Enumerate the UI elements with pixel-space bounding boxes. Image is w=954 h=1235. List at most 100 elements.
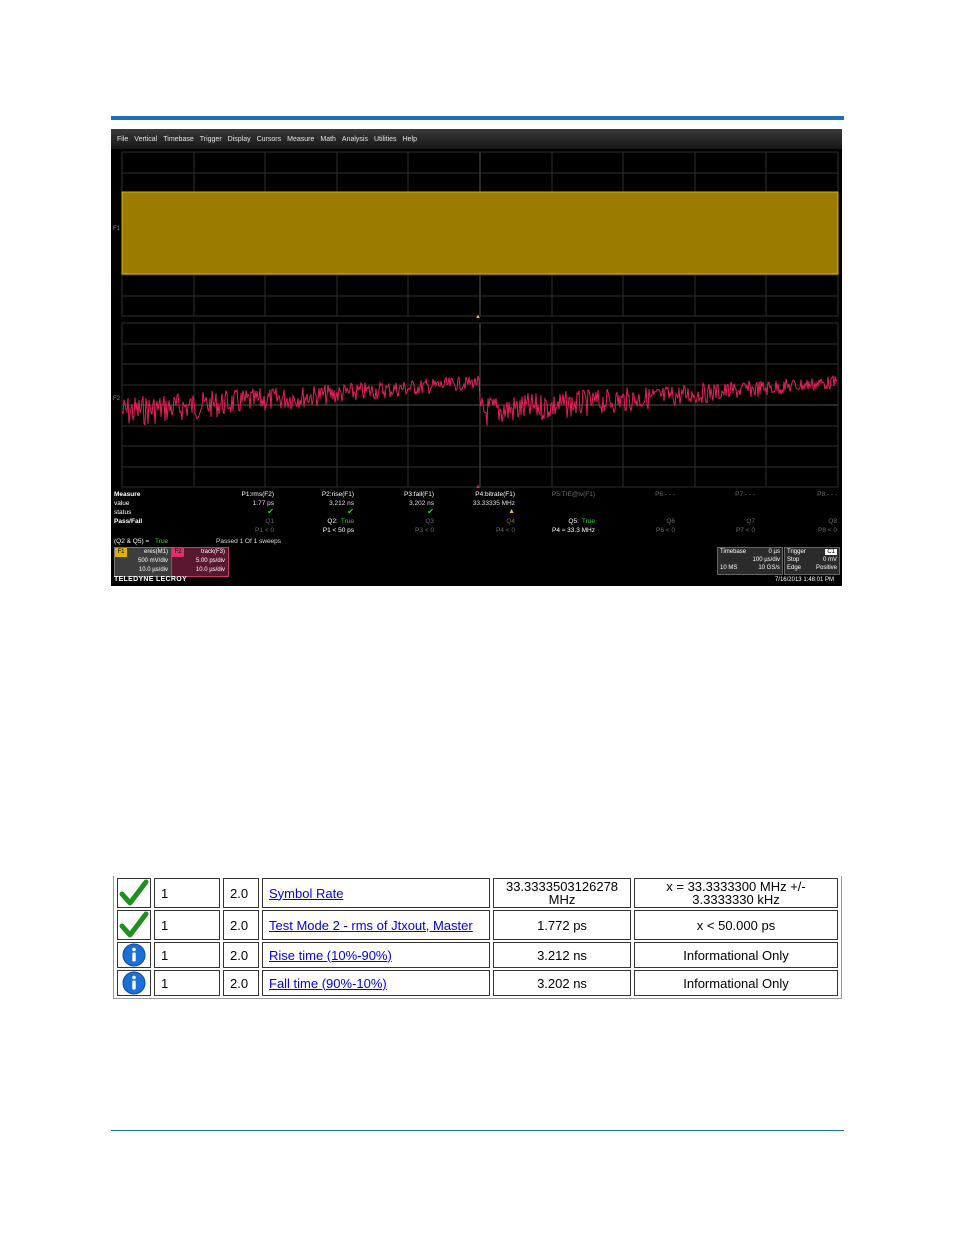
status-cell [117, 910, 151, 940]
trigger-type: Edge [787, 565, 802, 571]
table-row: 1 2.0 Symbol Rate 33.3333503126278 MHz x = 3… [117, 878, 838, 908]
limit-cell: x < 50.000 ps [634, 910, 838, 940]
channel-name: eres(M1) [143, 549, 168, 555]
test-name-link[interactable]: Symbol Rate [269, 886, 343, 901]
menu-timebase[interactable]: Timebase [163, 136, 193, 143]
table-row: 1 2.0 Test Mode 2 - rms of Jtxout, Master 1… [117, 910, 838, 940]
param-name: P5:TIE@lv(F1) [551, 491, 595, 498]
test-name-cell: Test Mode 2 - rms of Jtxout, Master [262, 910, 490, 940]
f1-waveform-band [121, 191, 839, 275]
q-limit: P4 < 0 [496, 527, 515, 534]
value-cell: 33.3333503126278 MHz [493, 878, 631, 908]
timebase-descriptor[interactable]: Timebase 0 µs 100 µs/div 10 MS 10 GS/s [717, 547, 783, 575]
channel-tag: F1 [115, 548, 127, 557]
value-cell: 3.212 ns [493, 942, 631, 968]
version-cell: 2.0 [223, 942, 259, 968]
bottom-divider [111, 1130, 844, 1131]
param-name: P3:fall(F1) [404, 491, 434, 498]
q-condition: Q4 [506, 518, 515, 525]
test-name-cell: Fall time (90%-10%) [262, 970, 490, 996]
pass-check-icon [119, 911, 149, 938]
f1-waveform-plot [121, 151, 839, 317]
test-name-cell: Symbol Rate [262, 878, 490, 908]
oscilloscope-screenshot: File Vertical Timebase Trigger Display C… [111, 129, 842, 586]
value-cell: 3.202 ns [493, 970, 631, 996]
q-limit: P1 < 0 [255, 527, 274, 534]
menu-trigger[interactable]: Trigger [200, 136, 222, 143]
count-cell: 1 [154, 878, 220, 908]
count-cell: 1 [154, 942, 220, 968]
row-label-status: status [114, 509, 132, 516]
q-expression-label: (Q2 & Q5) = [114, 538, 150, 545]
value-cell: 1.772 ps [493, 910, 631, 940]
count-cell: 1 [154, 910, 220, 940]
version-cell: 2.0 [223, 910, 259, 940]
trace-label-f2: F2 [113, 396, 121, 402]
param-name: P2:rise(F1) [321, 491, 354, 498]
table-row: 1 2.0 Fall time (90%-10%) 3.202 ns Informati… [117, 970, 838, 996]
timestamp: 7/16/2013 1:48:01 PM [774, 577, 834, 583]
menu-vertical[interactable]: Vertical [134, 136, 157, 143]
timebase-delay: 0 µs [768, 549, 780, 555]
timebase-tdiv: 100 µs/div [752, 557, 780, 563]
limit-cell: Informational Only [634, 942, 838, 968]
q-condition: Q1 [265, 518, 274, 525]
param-name: P6:- - - [655, 491, 675, 498]
menu-display[interactable]: Display [228, 136, 251, 143]
q-limit: P1 < 50 ps [322, 527, 354, 534]
param-value: 1.77 ps [252, 500, 274, 507]
trace-label-f1: F1 [113, 226, 121, 232]
menu-file[interactable]: File [117, 136, 128, 143]
version-cell: 2.0 [223, 970, 259, 996]
test-name-cell: Rise time (10%-90%) [262, 942, 490, 968]
results-table: 1 2.0 Symbol Rate 33.3333503126278 MHz x = 3… [113, 876, 842, 999]
test-name-link[interactable]: Rise time (10%-90%) [269, 948, 392, 963]
channel-vdiv: 500 mV/div [137, 558, 168, 564]
status-check-icon: ✔ [347, 507, 354, 516]
timebase-rate: 10 GS/s [758, 565, 780, 571]
trigger-descriptor[interactable]: Trigger C1 Stop 0 mV Edge Positive [784, 547, 840, 575]
param-value: 33.33335 MHz [472, 500, 515, 507]
q-expression: (Q2 & Q5) = True [114, 538, 168, 545]
menu-analysis[interactable]: Analysis [342, 136, 368, 143]
menu-cursors[interactable]: Cursors [257, 136, 282, 143]
menu-utilities[interactable]: Utilities [374, 136, 397, 143]
trace-grid-f1[interactable] [121, 151, 839, 317]
trace-grid-f2[interactable] [121, 322, 839, 488]
row-label-measure: Measure [114, 491, 141, 498]
trigger-marker-icon: ▲ [475, 314, 481, 320]
trigger-mode: Stop [787, 557, 800, 563]
limit-cell: x = 33.3333300 MHz +/- 3.3333330 kHz [634, 878, 838, 908]
test-name-link[interactable]: Test Mode 2 - rms of Jtxout, Master [269, 918, 473, 933]
trigger-label: Trigger [787, 549, 806, 555]
q-limit: P4 ≈ 33.3 MHz [552, 527, 595, 534]
test-name-link[interactable]: Fall time (90%-10%) [269, 976, 387, 991]
trigger-channel: C1 [825, 549, 837, 555]
channel-descriptor-f2[interactable]: F2 track(F3) 5.00 ps/div 10.0 µs/div [171, 547, 229, 577]
status-check-icon: ✔ [267, 507, 274, 516]
channel-descriptor-f1[interactable]: F1 eres(M1) 500 mV/div 10.0 µs/div [114, 547, 172, 577]
param-value: 3.202 ns [409, 500, 434, 507]
q-limit: P6 < 0 [656, 527, 675, 534]
timebase-samples: 10 MS [720, 565, 738, 571]
menu-help[interactable]: Help [403, 136, 417, 143]
channel-tdiv: 10.0 µs/div [138, 567, 168, 573]
info-icon [122, 971, 146, 995]
param-name: P1:rms(F2) [241, 491, 275, 498]
channel-tdiv: 10.0 µs/div [195, 567, 225, 573]
channel-tag: F2 [172, 548, 184, 557]
trigger-slope: Positive [815, 565, 837, 571]
q-limit: P3 < 0 [415, 527, 434, 534]
status-cell [117, 878, 151, 908]
menu-measure[interactable]: Measure [287, 136, 314, 143]
f2-waveform-plot [121, 322, 839, 488]
version-cell: 2.0 [223, 878, 259, 908]
status-warning-icon: ▲ [508, 508, 515, 515]
sweep-counter: Passed 1 Of 1 sweeps [216, 538, 282, 545]
q-limit: P7 < 0 [736, 527, 755, 534]
menu-math[interactable]: Math [320, 136, 336, 143]
scope-menubar: File Vertical Timebase Trigger Display C… [111, 129, 842, 149]
count-cell: 1 [154, 970, 220, 996]
q-condition: Q2: True [327, 518, 354, 525]
row-label-value: value [114, 500, 130, 507]
